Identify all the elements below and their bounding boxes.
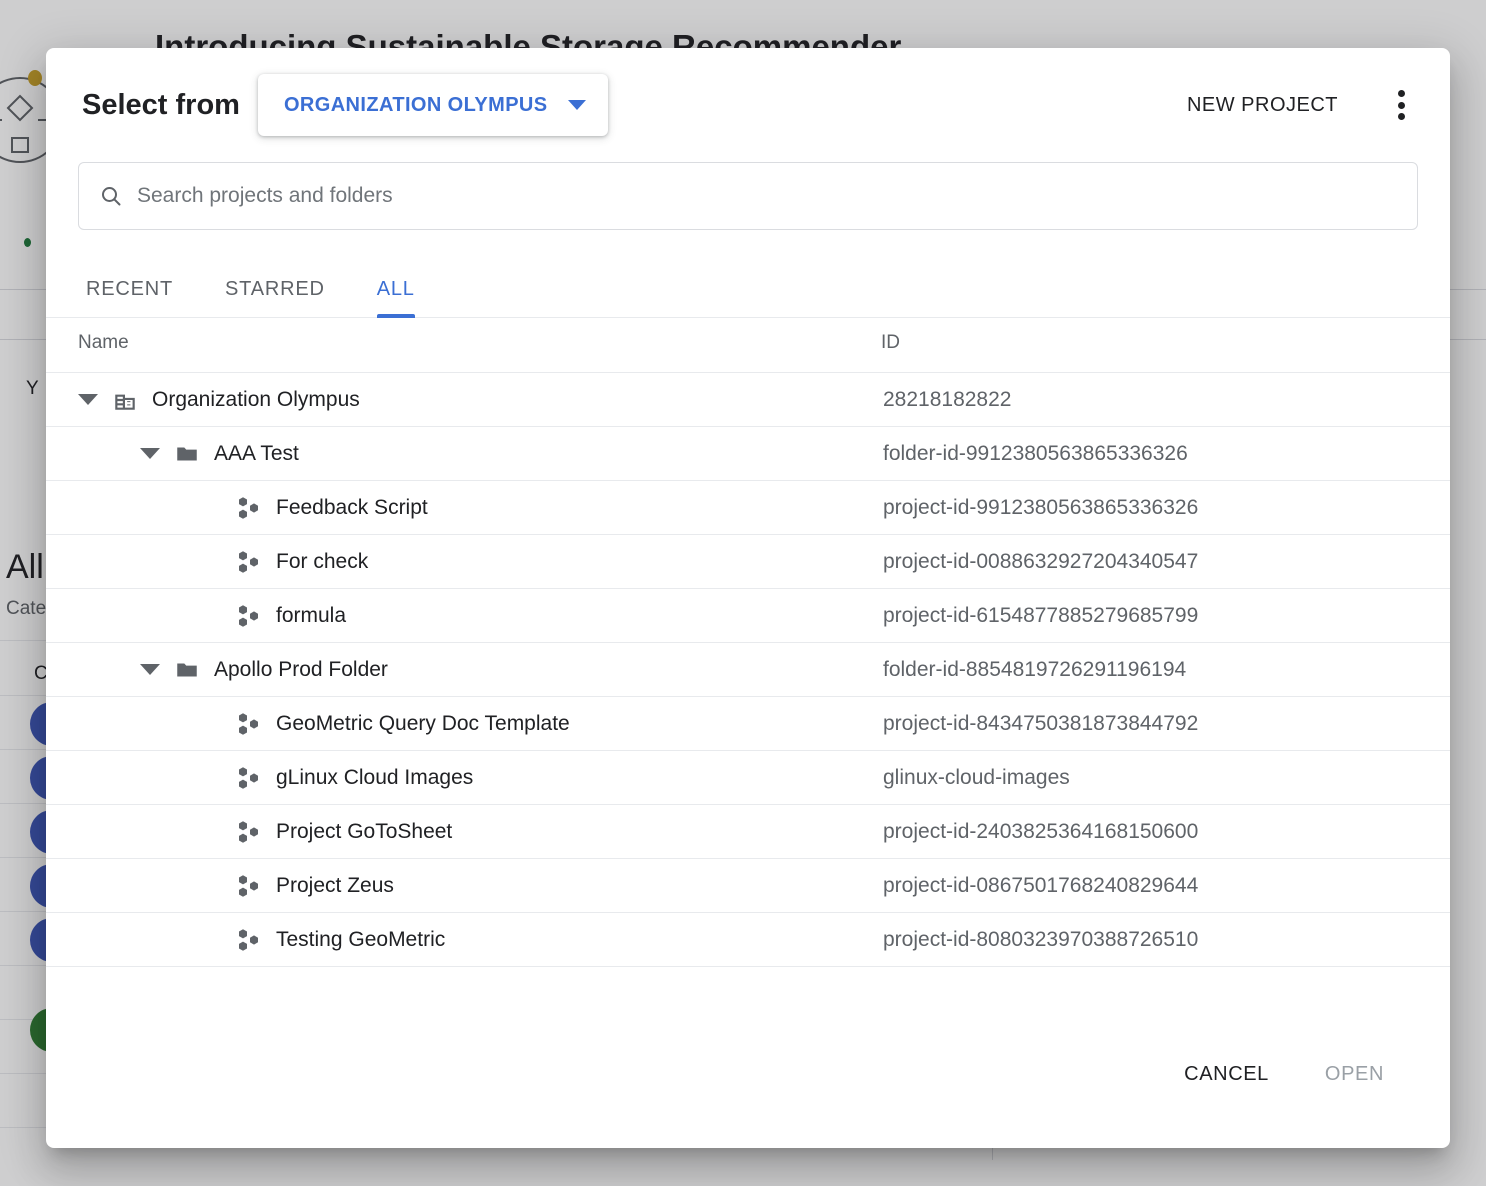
tab-starred[interactable]: STARRED — [199, 260, 351, 317]
page-root: Introducing Sustainable Storage Recommen… — [0, 0, 1486, 1186]
cell-id: folder-id-8854819726291196194 — [881, 643, 1450, 697]
table-row[interactable]: GeoMetric Query Doc Template project-id-8… — [46, 697, 1450, 751]
dialog-tabs: RECENT STARRED ALL — [46, 260, 1450, 318]
cell-id: project-id-8080323970388726510 — [881, 913, 1450, 967]
cell-id: project-id-9912380563865336326 — [881, 481, 1450, 535]
cell-id: folder-id-9912380563865336326 — [881, 427, 1450, 481]
table-row[interactable]: For check project-id-0088632927204340547 — [46, 535, 1450, 589]
column-header-name: Name — [46, 318, 881, 373]
row-name-label: gLinux Cloud Images — [276, 766, 473, 790]
cell-id: project-id-2403825364168150600 — [881, 805, 1450, 859]
row-name-label: Project GoToSheet — [276, 820, 452, 844]
kebab-menu-icon[interactable] — [1386, 88, 1416, 122]
cell-name: Project GoToSheet — [46, 805, 881, 859]
table-row[interactable]: Apollo Prod Folder folder-id-885481972629… — [46, 643, 1450, 697]
table-header-row: Name ID — [46, 318, 1450, 373]
project-icon — [236, 711, 262, 737]
project-icon — [236, 765, 262, 791]
cell-id: glinux-cloud-images — [881, 751, 1450, 805]
organization-icon — [112, 387, 138, 413]
open-button[interactable]: OPEN — [1309, 1051, 1400, 1098]
expand-collapse-triangle-icon[interactable] — [78, 394, 98, 405]
table-row[interactable]: Testing GeoMetric project-id-808032397038… — [46, 913, 1450, 967]
table-row[interactable]: Organization Olympus 28218182822 — [46, 373, 1450, 427]
folder-icon — [174, 657, 200, 683]
tab-recent[interactable]: RECENT — [60, 260, 199, 317]
table-row[interactable]: Project Zeus project-id-08675017682408296… — [46, 859, 1450, 913]
row-name-label: Organization Olympus — [152, 388, 360, 412]
table-row[interactable]: gLinux Cloud Images glinux-cloud-images — [46, 751, 1450, 805]
row-name-label: Project Zeus — [276, 874, 394, 898]
cell-id: 28218182822 — [881, 373, 1450, 427]
row-name-label: formula — [276, 604, 346, 628]
table-body: Organization Olympus 28218182822 AAA Test f… — [46, 373, 1450, 967]
projects-table-container: Name ID Organization Olympus28218182822A… — [46, 318, 1450, 1028]
select-project-dialog: Select from ORGANIZATION OLYMPUS NEW PRO… — [46, 48, 1450, 1148]
column-header-id: ID — [881, 318, 1450, 373]
project-icon — [236, 549, 262, 575]
cell-name: Feedback Script — [46, 481, 881, 535]
cell-name: Organization Olympus — [46, 373, 881, 427]
cell-name: For check — [46, 535, 881, 589]
cell-id: project-id-0867501768240829644 — [881, 859, 1450, 913]
cancel-button[interactable]: CANCEL — [1168, 1051, 1285, 1098]
row-name-label: GeoMetric Query Doc Template — [276, 712, 570, 736]
expand-collapse-triangle-icon[interactable] — [140, 448, 160, 459]
search-box[interactable] — [78, 162, 1418, 230]
dialog-header-actions: NEW PROJECT — [1183, 84, 1416, 127]
expand-collapse-triangle-icon[interactable] — [140, 664, 160, 675]
table-row[interactable]: formula project-id-6154877885279685799 — [46, 589, 1450, 643]
projects-table: Name ID Organization Olympus28218182822A… — [46, 318, 1450, 967]
cell-name: Apollo Prod Folder — [46, 643, 881, 697]
cell-name: GeoMetric Query Doc Template — [46, 697, 881, 751]
tab-all[interactable]: ALL — [351, 260, 441, 317]
table-row[interactable]: Feedback Script project-id-99123805638653… — [46, 481, 1450, 535]
project-icon — [236, 927, 262, 953]
row-name-label: For check — [276, 550, 368, 574]
dialog-footer: CANCEL OPEN — [46, 1028, 1450, 1148]
organization-selector-label: ORGANIZATION OLYMPUS — [284, 94, 548, 117]
cell-name: Testing GeoMetric — [46, 913, 881, 967]
cell-id: project-id-0088632927204340547 — [881, 535, 1450, 589]
row-name-label: AAA Test — [214, 442, 299, 466]
folder-icon — [174, 441, 200, 467]
cell-id: project-id-8434750381873844792 — [881, 697, 1450, 751]
cell-id: project-id-6154877885279685799 — [881, 589, 1450, 643]
project-icon — [236, 873, 262, 899]
search-section — [46, 162, 1450, 230]
project-icon — [236, 819, 262, 845]
table-row[interactable]: Project GoToSheet project-id-240382536416… — [46, 805, 1450, 859]
dialog-title: Select from — [82, 89, 240, 122]
cell-name: AAA Test — [46, 427, 881, 481]
row-name-label: Testing GeoMetric — [276, 928, 445, 952]
search-input[interactable] — [137, 184, 1397, 208]
search-icon — [99, 184, 123, 208]
cell-name: formula — [46, 589, 881, 643]
chevron-down-icon — [568, 100, 586, 110]
row-name-label: Feedback Script — [276, 496, 428, 520]
cell-name: Project Zeus — [46, 859, 881, 913]
project-icon — [236, 495, 262, 521]
new-project-button[interactable]: NEW PROJECT — [1183, 84, 1342, 127]
cell-name: gLinux Cloud Images — [46, 751, 881, 805]
dialog-header: Select from ORGANIZATION OLYMPUS NEW PRO… — [46, 48, 1450, 162]
row-name-label: Apollo Prod Folder — [214, 658, 388, 682]
project-icon — [236, 603, 262, 629]
table-row[interactable]: AAA Test folder-id-9912380563865336326 — [46, 427, 1450, 481]
organization-selector-button[interactable]: ORGANIZATION OLYMPUS — [258, 74, 608, 136]
